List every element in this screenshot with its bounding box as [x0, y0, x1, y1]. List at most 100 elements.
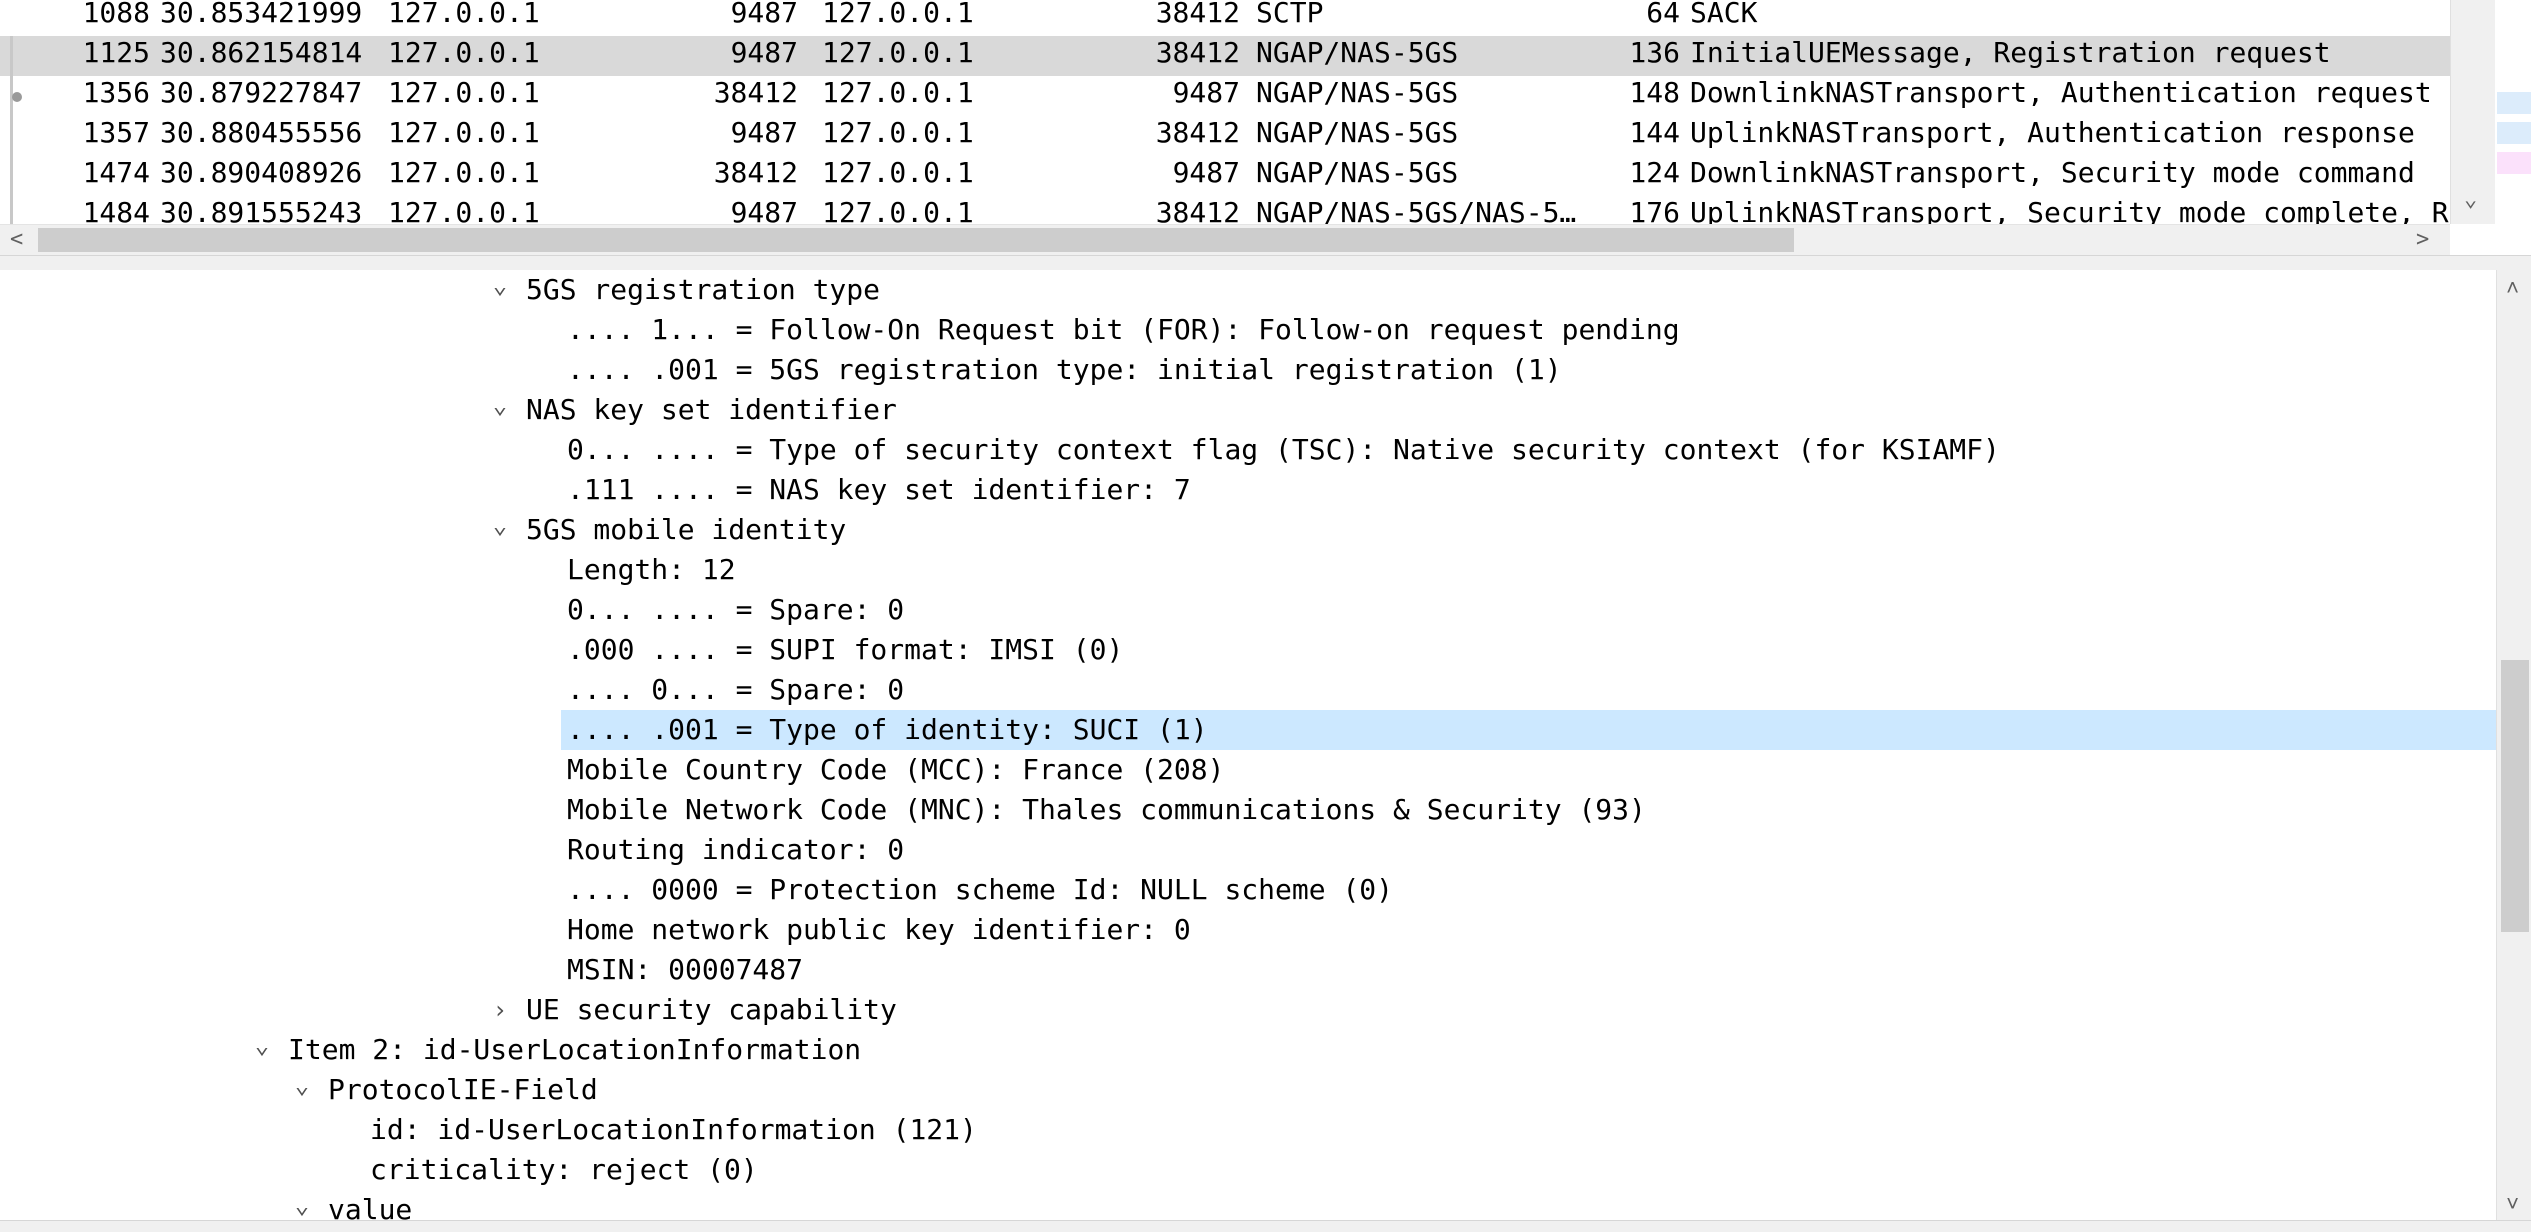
chevron-down-icon[interactable]: ⌄ [488, 390, 512, 430]
chevron-down-icon[interactable]: ⌄ [250, 1030, 274, 1070]
tree-leaf-row[interactable]: MSIN: 00007487 [0, 950, 2496, 990]
packet-row[interactable]: 1088 30.853421999 127.0.0.1 9487 127.0.0.1 38… [0, 0, 2450, 36]
tree-leaf-row[interactable]: 0... .... = Spare: 0 [0, 590, 2496, 630]
tree-row-label: Routing indicator: 0 [567, 833, 905, 866]
tree-row-label: Length: 12 [567, 553, 736, 586]
packet-cell-sport: 38412 [713, 76, 798, 109]
packet-row[interactable]: 1484 30.891555243 127.0.0.1 9487 127.0.0.1 38… [0, 196, 2450, 224]
minimap-mark [2497, 122, 2531, 144]
chevron-down-icon[interactable]: ⌄ [290, 1190, 314, 1220]
tree-leaf-row[interactable]: id: id-UserLocationInformation (121) [0, 1110, 2496, 1150]
tree-row-label: id: id-UserLocationInformation (121) [370, 1113, 977, 1146]
packet-cell-sport: 9487 [730, 0, 798, 29]
tree-node-row[interactable]: ⌄ ProtocolIE-Field [0, 1070, 2496, 1110]
packet-cell-time: 30.853421999 [160, 0, 363, 29]
tree-row-label: Mobile Network Code (MNC): Thales commun… [567, 793, 1646, 826]
arrow-up-icon[interactable]: ˄ [2506, 276, 2519, 302]
packet-cell-proto: NGAP/NAS-5GS [1256, 116, 1459, 149]
packet-details-tree: ⌄ 5GS registration type .... 1... = Follow… [0, 270, 2496, 1220]
tree-row-label: ProtocolIE-Field [328, 1073, 598, 1106]
chevron-down-icon[interactable]: ⌄ [488, 270, 512, 310]
packet-cell-no: 1484 [82, 196, 150, 224]
packet-cell-len: 148 [1629, 76, 1680, 109]
tree-row-label: NAS key set identifier [526, 393, 897, 426]
tree-node-row[interactable]: ⌄ 5GS registration type [0, 270, 2496, 310]
packet-row[interactable]: 1357 30.880455556 127.0.0.1 9487 127.0.0.1 38… [0, 116, 2450, 156]
tree-row-label: .... .001 = Type of identity: SUCI (1) [561, 710, 2496, 750]
tree-leaf-row[interactable]: criticality: reject (0) [0, 1150, 2496, 1190]
tree-leaf-row[interactable]: Mobile Network Code (MNC): Thales commun… [0, 790, 2496, 830]
tree-node-row[interactable]: ⌄ NAS key set identifier [0, 390, 2496, 430]
packet-cell-no: 1125 [82, 36, 150, 69]
tree-row-label: 0... .... = Spare: 0 [567, 593, 905, 626]
tree-leaf-row[interactable]: .000 .... = SUPI format: IMSI (0) [0, 630, 2496, 670]
tree-leaf-row[interactable]: Routing indicator: 0 [0, 830, 2496, 870]
packet-list: 1088 30.853421999 127.0.0.1 9487 127.0.0.1 38… [0, 0, 2450, 224]
tree-row-label: .111 .... = NAS key set identifier: 7 [567, 473, 1191, 506]
tree-node-row[interactable]: ⌄ 5GS mobile identity [0, 510, 2496, 550]
tree-node-row[interactable]: ⌄ Item 2: id-UserLocationInformation [0, 1030, 2496, 1070]
minimap-mark [2497, 92, 2531, 114]
packet-cell-time: 30.879227847 [160, 76, 363, 109]
packet-row[interactable]: 1125 30.862154814 127.0.0.1 9487 127.0.0.1 38… [0, 36, 2450, 76]
arrow-down-icon[interactable]: ⌄ [2464, 187, 2477, 212]
tree-row-label: Home network public key identifier: 0 [567, 913, 1191, 946]
packet-list-horizontal-scrollbar[interactable]: < > [0, 224, 2450, 255]
packet-cell-len: 136 [1629, 36, 1680, 69]
horizontal-scroll-thumb[interactable] [38, 228, 1794, 252]
packet-cell-time: 30.890408926 [160, 156, 363, 189]
packet-minimap[interactable] [2495, 0, 2531, 224]
tree-row-label: 5GS mobile identity [526, 513, 847, 546]
related-packet-dot [12, 92, 22, 102]
vertical-scroll-thumb[interactable] [2501, 660, 2529, 932]
packet-row[interactable]: 1474 30.890408926 127.0.0.1 38412 127.0.0.1 9… [0, 156, 2450, 196]
packet-cell-info: DownlinkNASTransport, Authentication req… [1690, 76, 2432, 109]
minimap-mark [2497, 62, 2531, 84]
tree-leaf-row[interactable]: Mobile Country Code (MCC): France (208) [0, 750, 2496, 790]
packet-cell-len: 176 [1629, 196, 1680, 224]
tree-leaf-row[interactable]: .... .001 = 5GS registration type: initi… [0, 350, 2496, 390]
tree-leaf-row[interactable]: .... 0000 = Protection scheme Id: NULL s… [0, 870, 2496, 910]
tree-row-label: Item 2: id-UserLocationInformation [288, 1033, 862, 1066]
tree-row-label: .... 0... = Spare: 0 [567, 673, 905, 706]
tree-leaf-row[interactable]: .... .001 = Type of identity: SUCI (1) [0, 710, 2496, 750]
tree-leaf-row[interactable]: Length: 12 [0, 550, 2496, 590]
packet-cell-time: 30.891555243 [160, 196, 363, 224]
packet-cell-dport: 9487 [1172, 76, 1240, 109]
tree-leaf-row[interactable]: Home network public key identifier: 0 [0, 910, 2496, 950]
arrow-down-icon[interactable]: ˅ [2506, 1192, 2519, 1218]
tree-leaf-row[interactable]: 0... .... = Type of security context fla… [0, 430, 2496, 470]
packet-cell-sport: 9487 [730, 196, 798, 224]
packet-cell-proto: NGAP/NAS-5GS [1256, 36, 1459, 69]
chevron-down-icon[interactable]: ⌄ [290, 1070, 314, 1110]
packet-cell-info: UplinkNASTransport, Authentication respo… [1690, 116, 2415, 149]
minimap-mark [2497, 152, 2531, 174]
related-packet-line [10, 36, 13, 224]
tree-leaf-row[interactable]: .... 0... = Spare: 0 [0, 670, 2496, 710]
pane-splitter[interactable] [0, 255, 2531, 271]
packet-cell-len: 144 [1629, 116, 1680, 149]
packet-cell-time: 30.862154814 [160, 36, 363, 69]
tree-row-label: criticality: reject (0) [370, 1153, 758, 1186]
packet-list-vertical-scrollbar[interactable]: ⌄ [2450, 0, 2495, 224]
tree-leaf-row[interactable]: .... 1... = Follow-On Request bit (FOR):… [0, 310, 2496, 350]
tree-row-label: value [328, 1193, 413, 1220]
tree-row-label: UE security capability [526, 993, 897, 1026]
chevron-down-icon[interactable]: ⌄ [488, 510, 512, 550]
packet-cell-dport: 38412 [1155, 0, 1240, 29]
packet-cell-no: 1356 [82, 76, 150, 109]
packet-cell-time: 30.880455556 [160, 116, 363, 149]
packet-cell-info: UplinkNASTransport, Security mode comple… [1690, 196, 2450, 224]
tree-node-row[interactable]: › UE security capability [0, 990, 2496, 1030]
bytes-pane-splitter[interactable] [0, 1220, 2531, 1232]
packet-cell-dport: 9487 [1172, 156, 1240, 189]
arrow-left-icon[interactable]: < [10, 225, 23, 255]
arrow-right-icon[interactable]: > [2416, 225, 2429, 255]
chevron-right-icon[interactable]: › [488, 990, 512, 1030]
details-vertical-scrollbar[interactable]: ˄ ˅ [2496, 270, 2531, 1220]
packet-row[interactable]: 1356 30.879227847 127.0.0.1 38412 127.0.0.1 9… [0, 76, 2450, 116]
tree-leaf-row[interactable]: .111 .... = NAS key set identifier: 7 [0, 470, 2496, 510]
tree-row-label: 0... .... = Type of security context fla… [567, 433, 2000, 466]
tree-row-label: .... 1... = Follow-On Request bit (FOR):… [567, 313, 1680, 346]
tree-node-row[interactable]: ⌄ value [0, 1190, 2496, 1220]
